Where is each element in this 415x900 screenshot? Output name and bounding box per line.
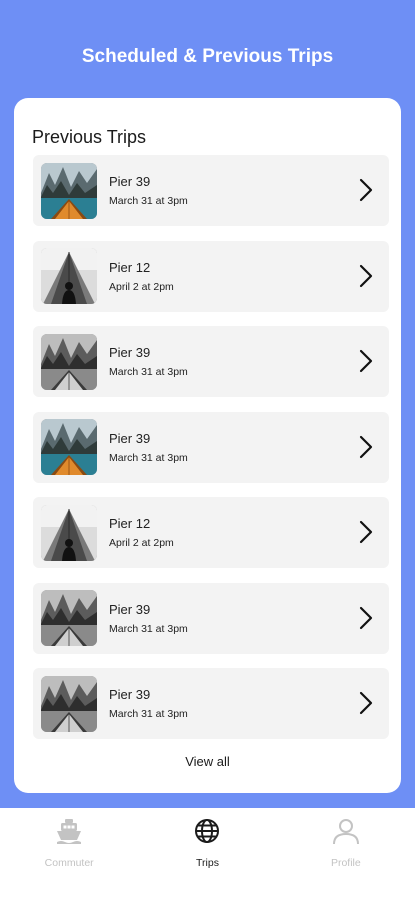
previous-trips-card: Previous Trips Pier 39 March 31 at 3pm Pie… bbox=[14, 98, 401, 793]
trip-row[interactable]: Pier 39 March 31 at 3pm bbox=[33, 582, 389, 654]
trip-date: March 31 at 3pm bbox=[109, 451, 188, 464]
globe-icon bbox=[192, 816, 222, 851]
trip-location: Pier 12 bbox=[109, 259, 151, 275]
chevron-right-icon[interactable] bbox=[359, 349, 373, 373]
tab-profile[interactable]: Profile bbox=[277, 808, 415, 900]
trip-info: Pier 39 March 31 at 3pm bbox=[109, 345, 188, 378]
tab-label: Trips bbox=[196, 857, 219, 869]
ferry-icon bbox=[54, 816, 84, 851]
trip-date: March 31 at 3pm bbox=[109, 195, 188, 207]
chevron-right-icon[interactable] bbox=[359, 178, 373, 202]
trip-date: March 31 at 3pm bbox=[109, 622, 188, 635]
trip-list: Pier 39 March 31 at 3pm Pier 12 April 2 at … bbox=[33, 155, 389, 754]
trip-location: Pier 39 bbox=[109, 430, 151, 446]
trip-thumbnail bbox=[41, 504, 97, 561]
user-icon bbox=[331, 816, 361, 851]
chevron-right-icon[interactable] bbox=[359, 264, 373, 288]
trip-thumbnail bbox=[41, 419, 97, 475]
trip-thumbnail bbox=[41, 162, 97, 219]
trip-date: April 2 at 2pm bbox=[109, 280, 174, 293]
tab-trips[interactable]: Trips bbox=[138, 808, 276, 900]
trip-location: Pier 39 bbox=[109, 687, 151, 702]
trip-thumbnail bbox=[41, 333, 97, 390]
bottom-tab-bar: Commuter Trips Profile bbox=[0, 808, 415, 900]
chevron-right-icon[interactable] bbox=[359, 606, 373, 630]
trip-info: Pier 12 April 2 at 2pm bbox=[109, 516, 174, 549]
chevron-right-icon[interactable] bbox=[359, 691, 373, 715]
tab-commuter[interactable]: Commuter bbox=[0, 808, 138, 900]
view-all-button[interactable]: View all bbox=[14, 754, 401, 769]
section-title: Previous Trips bbox=[32, 127, 147, 147]
trip-info: Pier 39 March 31 at 3pm bbox=[109, 431, 188, 464]
tab-label: Commuter bbox=[44, 857, 94, 869]
trip-location: Pier 39 bbox=[109, 601, 151, 617]
trip-thumbnail bbox=[41, 248, 97, 304]
trip-row[interactable]: Pier 39 March 31 at 3pm bbox=[33, 155, 389, 226]
header: Scheduled & Previous Trips bbox=[0, 0, 415, 100]
trip-date: March 31 at 3pm bbox=[109, 366, 188, 378]
trip-date: April 2 at 2pm bbox=[109, 537, 174, 549]
trip-thumbnail bbox=[41, 675, 97, 732]
trip-row[interactable]: Pier 12 April 2 at 2pm bbox=[33, 497, 389, 568]
trip-info: Pier 39 March 31 at 3pm bbox=[109, 602, 188, 635]
chevron-right-icon[interactable] bbox=[359, 435, 373, 459]
trip-date: March 31 at 3pm bbox=[109, 708, 188, 720]
trip-location: Pier 39 bbox=[109, 174, 151, 189]
chevron-right-icon[interactable] bbox=[359, 520, 373, 544]
tab-label: Profile bbox=[330, 857, 361, 869]
trip-info: Pier 39 March 31 at 3pm bbox=[109, 687, 188, 720]
trip-info: Pier 12 April 2 at 2pm bbox=[109, 260, 174, 293]
page-title: Scheduled & Previous Trips bbox=[81, 46, 334, 67]
trip-location: Pier 12 bbox=[109, 516, 151, 531]
trip-row[interactable]: Pier 39 March 31 at 3pm bbox=[33, 668, 389, 739]
trip-info: Pier 39 March 31 at 3pm bbox=[109, 174, 188, 207]
trip-row[interactable]: Pier 39 March 31 at 3pm bbox=[33, 411, 389, 483]
trip-thumbnail bbox=[41, 590, 97, 646]
trip-row[interactable]: Pier 12 April 2 at 2pm bbox=[33, 240, 389, 312]
trip-location: Pier 39 bbox=[109, 345, 151, 360]
trip-row[interactable]: Pier 39 March 31 at 3pm bbox=[33, 326, 389, 397]
